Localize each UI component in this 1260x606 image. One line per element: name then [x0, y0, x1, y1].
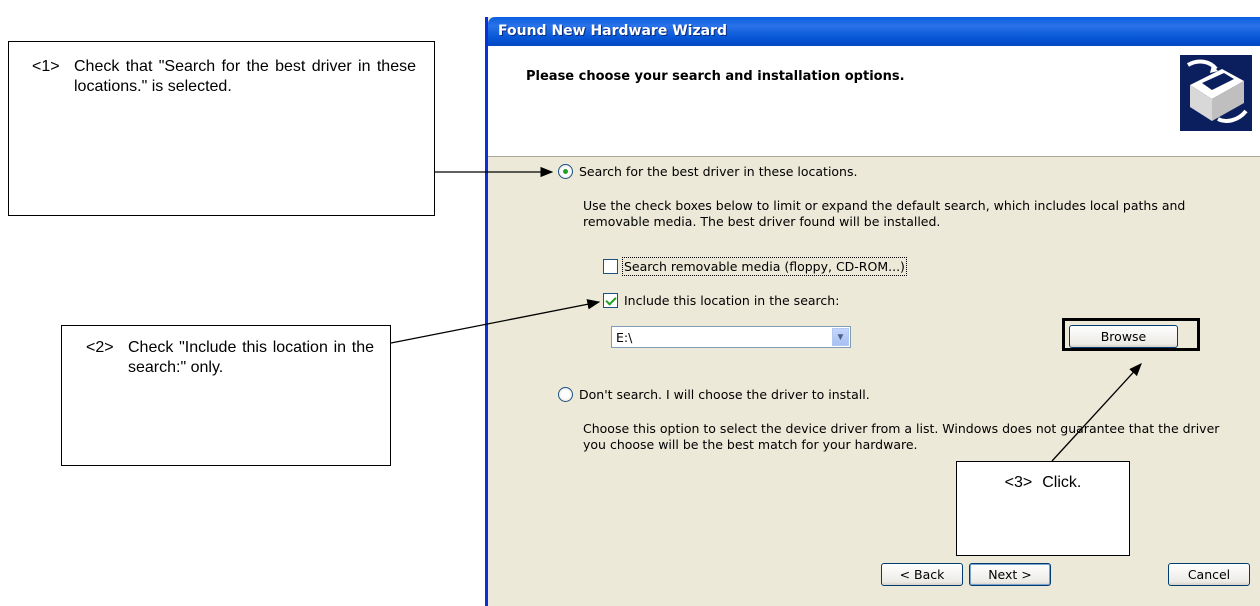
callout-arrows	[390, 166, 1142, 462]
arrow-3	[1051, 363, 1142, 462]
arrow-2	[390, 299, 601, 344]
